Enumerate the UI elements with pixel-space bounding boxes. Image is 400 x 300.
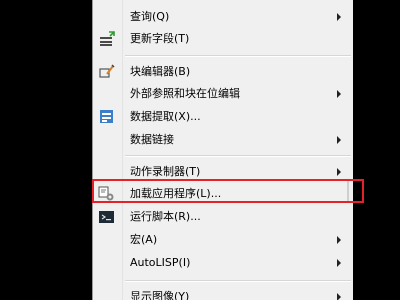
submenu-arrow-icon — [337, 136, 341, 144]
submenu-arrow-icon — [337, 168, 341, 176]
highlight-box — [92, 179, 364, 203]
update-fields-icon — [98, 31, 116, 47]
menu-item-update-fields[interactable]: 更新字段(T) — [93, 29, 353, 49]
data-extraction-icon — [98, 109, 116, 125]
menu-item-label: 动作录制器(T) — [130, 165, 201, 178]
menu-item-label: 数据提取(X)... — [130, 110, 201, 123]
menu-item-label: 数据链接 — [130, 133, 174, 146]
submenu-arrow-icon — [337, 259, 341, 267]
menu-item-label: AutoLISP(I) — [130, 256, 191, 269]
submenu-arrow-icon — [337, 236, 341, 244]
submenu-arrow-icon — [337, 90, 341, 98]
menu-item-macro[interactable]: 宏(A) — [93, 230, 353, 250]
menu-item-label: 显示图像(Y) — [130, 290, 190, 300]
menu-item-label: 外部参照和块在位编辑 — [130, 87, 240, 100]
submenu-arrow-icon — [337, 293, 341, 300]
menu-item-data-extraction[interactable]: 数据提取(X)... — [93, 107, 353, 127]
menu-item-display-image[interactable]: 显示图像(Y) — [93, 287, 353, 300]
menu-item-block-editor[interactable]: 块编辑器(B) — [93, 62, 353, 82]
menu-item-query[interactable]: 查询(Q) — [93, 7, 353, 27]
menu-item-xref-inplace-edit[interactable]: 外部参照和块在位编辑 — [93, 84, 353, 104]
menu-divider — [125, 55, 351, 57]
menu-item-label: 更新字段(T) — [130, 32, 190, 45]
menu-item-label: 查询(Q) — [130, 10, 170, 23]
menu-item-label: 运行脚本(R)... — [130, 210, 201, 223]
menu-item-label: 块编辑器(B) — [130, 65, 191, 78]
tools-dropdown-menu: 查询(Q) 更新字段(T) 块编辑器(B) 外部参照和块在位编辑 数据提取(X)… — [92, 0, 353, 300]
menu-divider — [125, 280, 351, 282]
menu-item-label: 宏(A) — [130, 233, 158, 246]
block-editor-icon — [98, 64, 116, 80]
menu-item-data-links[interactable]: 数据链接 — [93, 130, 353, 150]
menu-item-run-script[interactable]: 运行脚本(R)... — [93, 207, 353, 227]
submenu-arrow-icon — [337, 13, 341, 21]
menu-item-autolisp[interactable]: AutoLISP(I) — [93, 253, 353, 273]
menu-divider — [125, 155, 351, 157]
run-script-icon — [98, 209, 116, 225]
